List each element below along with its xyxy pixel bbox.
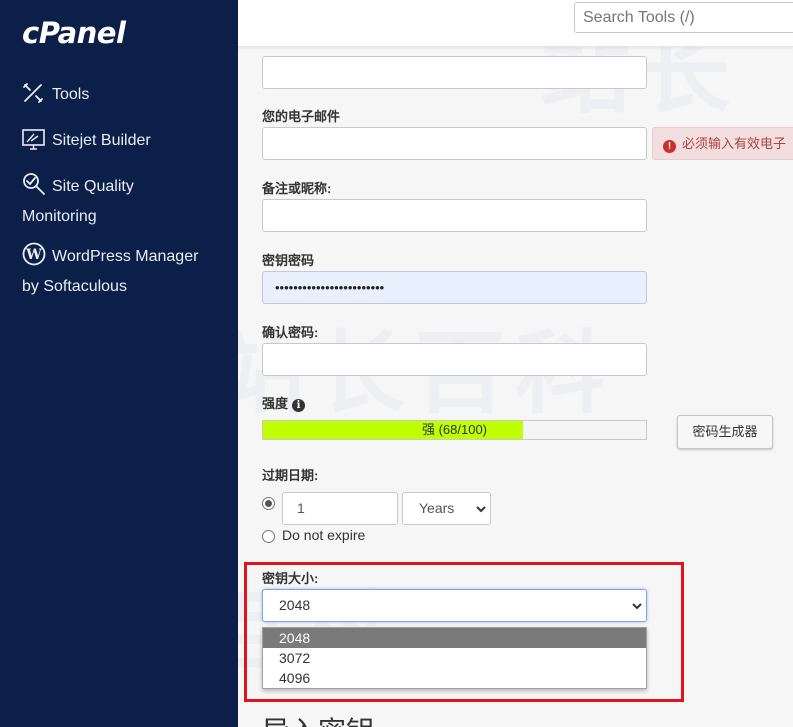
chevron-down-icon [476, 506, 486, 513]
strength-label: 强度 [262, 396, 289, 411]
password-field[interactable]: •••••••••••••••••••••••• [262, 271, 647, 304]
sidebar-item-wordpress[interactable]: W WordPress Manager by Softaculous [22, 242, 198, 302]
keysize-select[interactable]: 2048 [262, 589, 647, 622]
sidebar-item-tools[interactable]: Tools [22, 80, 89, 110]
error-icon: ! [663, 140, 676, 153]
sidebar-item-label-cont: Monitoring [22, 208, 97, 225]
confirm-password-field[interactable] [262, 343, 647, 376]
cpanel-logo[interactable]: cPanel [22, 16, 126, 50]
keysize-option[interactable]: 3072 [263, 648, 646, 668]
email-error-alert: ! 必须输入有效电子 [652, 127, 793, 160]
strength-label-wrap: 强度 i [262, 393, 306, 412]
email-label: 您的电子邮件 [262, 109, 341, 124]
strength-text: 强 (68/100) [421, 422, 488, 437]
comment-field[interactable] [262, 199, 647, 232]
expiry-unit-select[interactable]: Years [402, 492, 491, 525]
sidebar-item-site-quality[interactable]: Site Quality Monitoring [22, 172, 134, 232]
password-label: 密钥密码 [262, 253, 315, 268]
expiry-label: 过期日期: [262, 468, 319, 483]
no-expire-label: Do not expire [282, 527, 366, 543]
sidebar-item-sitejet[interactable]: Sitejet Builder [22, 126, 151, 156]
top-bar [238, 0, 793, 47]
search-input[interactable] [574, 2, 793, 33]
expiry-number-input[interactable]: 1 [282, 492, 398, 525]
sidebar-item-label-cont: by Softaculous [22, 278, 127, 295]
sidebar-item-label: WordPress Manager [52, 248, 199, 265]
comment-label: 备注或昵称: [262, 181, 332, 196]
keysize-label: 密钥大小: [262, 571, 319, 586]
confirm-password-label: 确认密码: [262, 325, 319, 340]
sidebar: cPanel Tools Sitejet Builder Site Qualit… [0, 0, 238, 727]
keysize-option[interactable]: 4096 [263, 668, 646, 688]
email-field[interactable] [262, 127, 647, 160]
sidebar-item-label: Tools [52, 86, 90, 103]
svg-text:W: W [25, 247, 42, 263]
password-generator-button[interactable]: 密码生成器 [677, 415, 773, 449]
no-expire-radio[interactable] [262, 530, 275, 543]
wordpress-icon: W [22, 242, 46, 266]
expiry-radio[interactable] [262, 497, 275, 510]
name-field[interactable] [262, 56, 647, 89]
keysize-selected-value: 2048 [279, 597, 311, 613]
chevron-down-icon [632, 603, 642, 610]
sidebar-item-label: Site Quality [52, 178, 134, 195]
email-error-text: 必须输入有效电子 [682, 136, 787, 151]
site-quality-icon [22, 172, 45, 195]
import-key-heading: 导入密钥 [262, 710, 374, 727]
strength-meter: 强 (68/100) [262, 420, 647, 440]
expiry-unit-value: Years [419, 500, 455, 516]
tools-icon [22, 82, 44, 104]
keysize-option[interactable]: 2048 [263, 628, 646, 648]
keysize-dropdown: 2048 3072 4096 [262, 627, 647, 689]
sitejet-icon [22, 128, 45, 150]
sidebar-item-label: Sitejet Builder [52, 132, 151, 149]
info-icon[interactable]: i [292, 399, 306, 412]
